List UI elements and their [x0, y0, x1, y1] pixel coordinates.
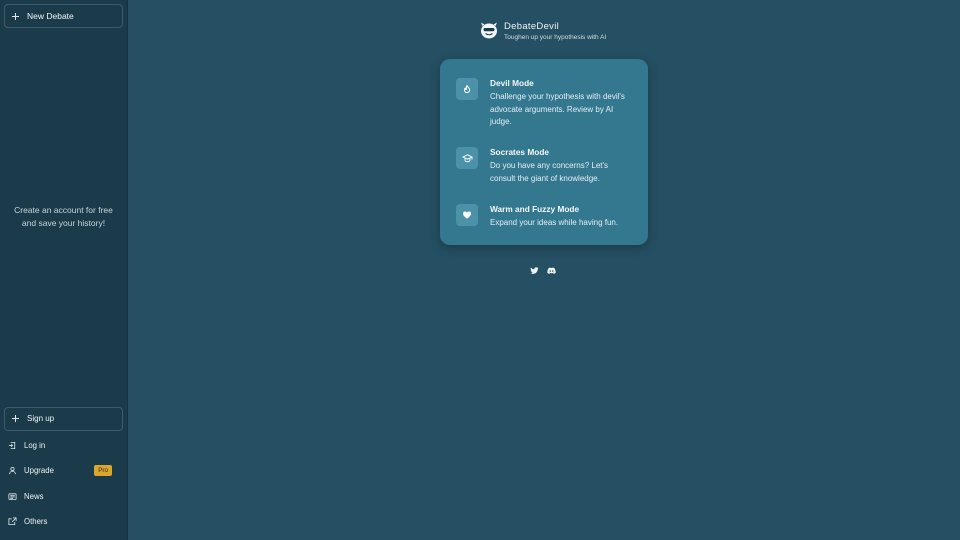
- plus-icon: [12, 12, 19, 20]
- brand-text: DebateDevil Toughen up your hypothesis w…: [504, 21, 606, 41]
- sidebar-item-label: News: [24, 491, 44, 501]
- sidebar-item-news[interactable]: News: [4, 483, 123, 508]
- sidebar-item-label: Upgrade: [24, 466, 54, 476]
- modes-card: Devil Mode Challenge your hypothesis wit…: [440, 59, 648, 245]
- mode-description: Expand your ideas while having fun.: [490, 218, 619, 227]
- new-debate-button[interactable]: New Debate: [4, 4, 123, 28]
- brand-tagline: Toughen up your hypothesis with AI: [504, 34, 607, 41]
- brand-name: DebateDevil: [504, 21, 560, 32]
- mode-icon-box: [456, 78, 478, 100]
- promo-text: Create an account for free and save your…: [14, 205, 113, 229]
- new-debate-label: New Debate: [27, 11, 74, 21]
- mode-title: Socrates Mode: [490, 147, 550, 157]
- mode-devil[interactable]: Devil Mode Challenge your hypothesis wit…: [456, 78, 632, 129]
- user-icon: [9, 467, 16, 475]
- devil-logo-icon: [481, 22, 497, 39]
- plus-icon: [12, 415, 19, 423]
- mode-icon-box: [456, 147, 478, 169]
- sidebar-promo-area: Create an account for free and save your…: [4, 28, 123, 407]
- sidebar-item-label: Log in: [24, 440, 46, 450]
- sidebar-item-others[interactable]: Others: [4, 509, 123, 534]
- brand-header: DebateDevil Toughen up your hypothesis w…: [480, 21, 606, 41]
- mode-title: Warm and Fuzzy Mode: [490, 204, 580, 214]
- twitter-icon[interactable]: [530, 266, 539, 275]
- sidebar-item-label: Others: [24, 516, 48, 526]
- mode-description: Do you have any concerns? Let's consult …: [490, 161, 609, 183]
- mode-text: Devil Mode Challenge your hypothesis wit…: [490, 78, 632, 129]
- discord-icon[interactable]: [547, 266, 556, 275]
- mode-description: Challenge your hypothesis with devil's a…: [490, 92, 625, 126]
- mode-socrates[interactable]: Socrates Mode Do you have any concerns? …: [456, 147, 632, 185]
- app: New Debate Create an account for free an…: [0, 0, 960, 540]
- mode-title: Devil Mode: [490, 78, 534, 88]
- mode-text: Warm and Fuzzy Mode Expand your ideas wh…: [490, 204, 632, 230]
- newspaper-icon: [8, 492, 17, 500]
- sidebar-item-upgrade[interactable]: Upgrade Pro: [4, 458, 123, 483]
- graduation-cap-icon: [461, 153, 473, 162]
- pro-badge: Pro: [94, 465, 112, 477]
- sidebar-bottom: Sign up Log in Upgrade Pro News Others: [4, 406, 123, 534]
- heart-icon: [463, 211, 471, 219]
- social-links: [530, 266, 556, 275]
- mode-warm-fuzzy[interactable]: Warm and Fuzzy Mode Expand your ideas wh…: [456, 204, 632, 230]
- mode-icon-box: [456, 204, 478, 226]
- sign-up-button[interactable]: Sign up: [4, 406, 123, 431]
- flame-icon: [463, 84, 471, 94]
- external-link-icon: [8, 517, 17, 525]
- sidebar: New Debate Create an account for free an…: [0, 0, 128, 540]
- sidebar-item-login[interactable]: Log in: [4, 433, 123, 458]
- sign-up-label: Sign up: [27, 414, 55, 424]
- login-icon: [8, 441, 16, 450]
- mode-text: Socrates Mode Do you have any concerns? …: [490, 147, 632, 185]
- main-content: DebateDevil Toughen up your hypothesis w…: [128, 0, 960, 540]
